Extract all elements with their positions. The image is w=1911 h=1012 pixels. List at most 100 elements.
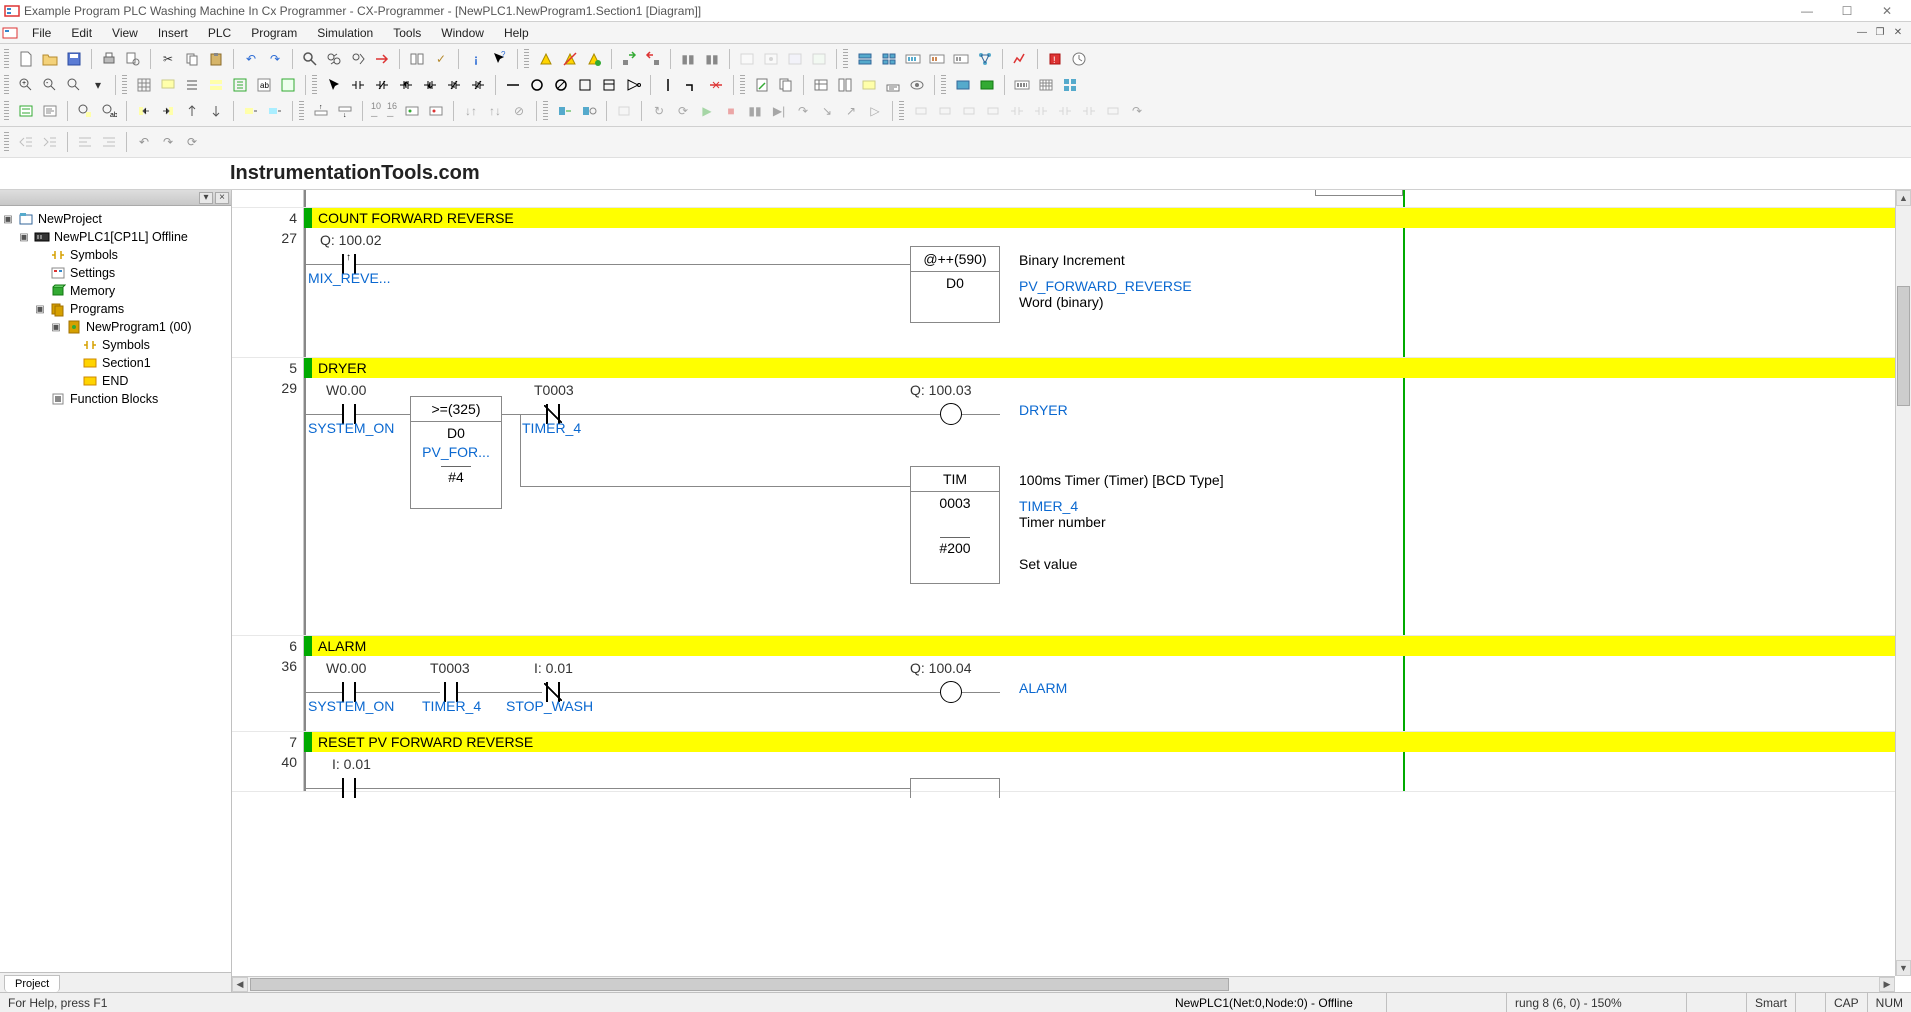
contact-not-rising-icon[interactable] (443, 74, 465, 96)
tree-settings[interactable]: Settings (34, 264, 229, 282)
goto-rung-icon[interactable] (240, 100, 262, 122)
tree-memory[interactable]: Memory (34, 282, 229, 300)
save-icon[interactable] (63, 48, 85, 70)
contact-not-falling-icon[interactable] (467, 74, 489, 96)
horizontal-scrollbar[interactable]: ◀ ▶ (232, 976, 1895, 992)
mdi-close-button[interactable]: ✕ (1889, 25, 1907, 41)
stop-sim-icon[interactable]: ▮▮ (701, 48, 723, 70)
inst8-icon[interactable] (1078, 100, 1100, 122)
menu-file[interactable]: File (22, 24, 61, 42)
verify-icon[interactable]: ✓ (430, 48, 452, 70)
compile-all-icon[interactable] (775, 74, 797, 96)
rack-icon-1[interactable] (902, 48, 924, 70)
goto-step-icon[interactable] (264, 100, 286, 122)
next-section-icon[interactable] (157, 100, 179, 122)
find-symbol-icon[interactable]: ab (98, 100, 120, 122)
zoom-fit-icon[interactable] (63, 74, 85, 96)
sidebar-tab-project[interactable]: Project (4, 975, 60, 992)
sim-cycle-icon[interactable]: ⟳ (672, 100, 694, 122)
force-on-icon[interactable]: ↓↑ (460, 100, 482, 122)
tree-plc[interactable]: ▣ NewPLC1[CP1L] Offline (18, 228, 229, 246)
address-ref-icon[interactable] (858, 74, 880, 96)
align-left-icon[interactable] (74, 131, 96, 153)
compile-icon[interactable] (751, 74, 773, 96)
memory-view-icon[interactable] (1035, 74, 1057, 96)
scroll-up-icon[interactable]: ▲ (1896, 190, 1911, 206)
inst5-icon[interactable] (1006, 100, 1028, 122)
replace-icon[interactable] (323, 48, 345, 70)
sim-pause-icon[interactable]: ▮▮ (744, 100, 766, 122)
sim-stepout-icon[interactable]: ↗ (840, 100, 862, 122)
tree-end[interactable]: END (66, 372, 229, 390)
show-mnemonic-icon[interactable]: ab (253, 74, 275, 96)
rack-view-icon[interactable] (1011, 74, 1033, 96)
compare-block[interactable]: >=(325) D0 PV_FOR... #4 (410, 396, 502, 509)
io-view-icon[interactable] (1059, 74, 1081, 96)
prev-section-icon[interactable] (133, 100, 155, 122)
program-mode-icon[interactable] (736, 48, 758, 70)
tree-prog-symbols[interactable]: Symbols (66, 336, 229, 354)
rung-below-icon[interactable]: ↓ (334, 100, 356, 122)
coil-icon[interactable] (526, 74, 548, 96)
refresh2-icon[interactable]: ⟳ (181, 131, 203, 153)
show-grid-icon[interactable] (133, 74, 155, 96)
monitor-mode-icon[interactable] (784, 48, 806, 70)
inst1-icon[interactable] (910, 100, 932, 122)
cursor-icon[interactable] (323, 74, 345, 96)
top-icon[interactable] (181, 100, 203, 122)
open-file-icon[interactable] (39, 48, 61, 70)
cross-ref-icon[interactable] (834, 74, 856, 96)
watch-icon[interactable] (906, 74, 928, 96)
online-icon[interactable] (535, 48, 557, 70)
diagram-viewport[interactable]: 4 27 COUNT FORWARD REVERSE Q: 100.02 ↑ (232, 190, 1911, 992)
toolbar-handle[interactable] (312, 75, 317, 95)
sim-settings-icon[interactable] (578, 100, 600, 122)
delete-hline-icon[interactable] (705, 74, 727, 96)
tree-symbols[interactable]: Symbols (34, 246, 229, 264)
section-add-icon[interactable] (976, 74, 998, 96)
menu-help[interactable]: Help (494, 24, 539, 42)
scroll-left-icon[interactable]: ◀ (232, 977, 248, 992)
rack-icon-3[interactable] (950, 48, 972, 70)
help-pointer-icon[interactable]: ? (489, 48, 511, 70)
sim-stepover-icon[interactable]: ↷ (792, 100, 814, 122)
contact-falling-icon[interactable] (419, 74, 441, 96)
debug-mode-icon[interactable] (760, 48, 782, 70)
info-icon[interactable]: ¡ (465, 48, 487, 70)
contact-nc-icon[interactable] (371, 74, 393, 96)
toolbar-handle[interactable] (4, 49, 9, 69)
output-coil[interactable] (940, 403, 962, 425)
contact-no-icon[interactable] (347, 74, 369, 96)
rung-6[interactable]: 6 36 ALARM W0.00 SYSTEM_ON (232, 636, 1895, 732)
zoom-out-icon[interactable]: - (39, 74, 61, 96)
toggle-view-icon[interactable] (277, 74, 299, 96)
corner-icon[interactable] (681, 74, 703, 96)
tree-programs[interactable]: ▣ Programs (34, 300, 229, 318)
pause-icon[interactable]: ▮▮ (677, 48, 699, 70)
contact-rising-icon[interactable] (395, 74, 417, 96)
increment-block[interactable]: @++(590) D0 (910, 246, 1000, 323)
sim-stop-icon[interactable]: ■ (720, 100, 742, 122)
contact-no[interactable] (342, 778, 356, 798)
toolbar-handle[interactable] (122, 75, 127, 95)
var-view2-icon[interactable] (425, 100, 447, 122)
menu-tools[interactable]: Tools (383, 24, 431, 42)
toolbar-handle[interactable] (543, 101, 548, 121)
mdi-minimize-button[interactable]: — (1853, 25, 1871, 41)
mdi-restore-button[interactable]: ❐ (1871, 25, 1889, 41)
cut-icon[interactable]: ✂ (157, 48, 179, 70)
toolbar-handle[interactable] (4, 132, 9, 152)
clock-icon[interactable] (1068, 48, 1090, 70)
force-cancel-icon[interactable]: ⊘ (508, 100, 530, 122)
outdent-icon[interactable] (15, 131, 37, 153)
find-rung-icon[interactable] (74, 100, 96, 122)
rung-5[interactable]: 5 29 DRYER W0.00 SYSTEM_ON (232, 358, 1895, 636)
new-file-icon[interactable] (15, 48, 37, 70)
rung-4[interactable]: 4 27 COUNT FORWARD REVERSE Q: 100.02 ↑ (232, 208, 1895, 358)
inst3-icon[interactable] (958, 100, 980, 122)
not-icon[interactable] (622, 74, 644, 96)
show-list-icon[interactable] (181, 74, 203, 96)
print-preview-icon[interactable] (122, 48, 144, 70)
function-block-icon[interactable] (598, 74, 620, 96)
network-icon[interactable] (974, 48, 996, 70)
